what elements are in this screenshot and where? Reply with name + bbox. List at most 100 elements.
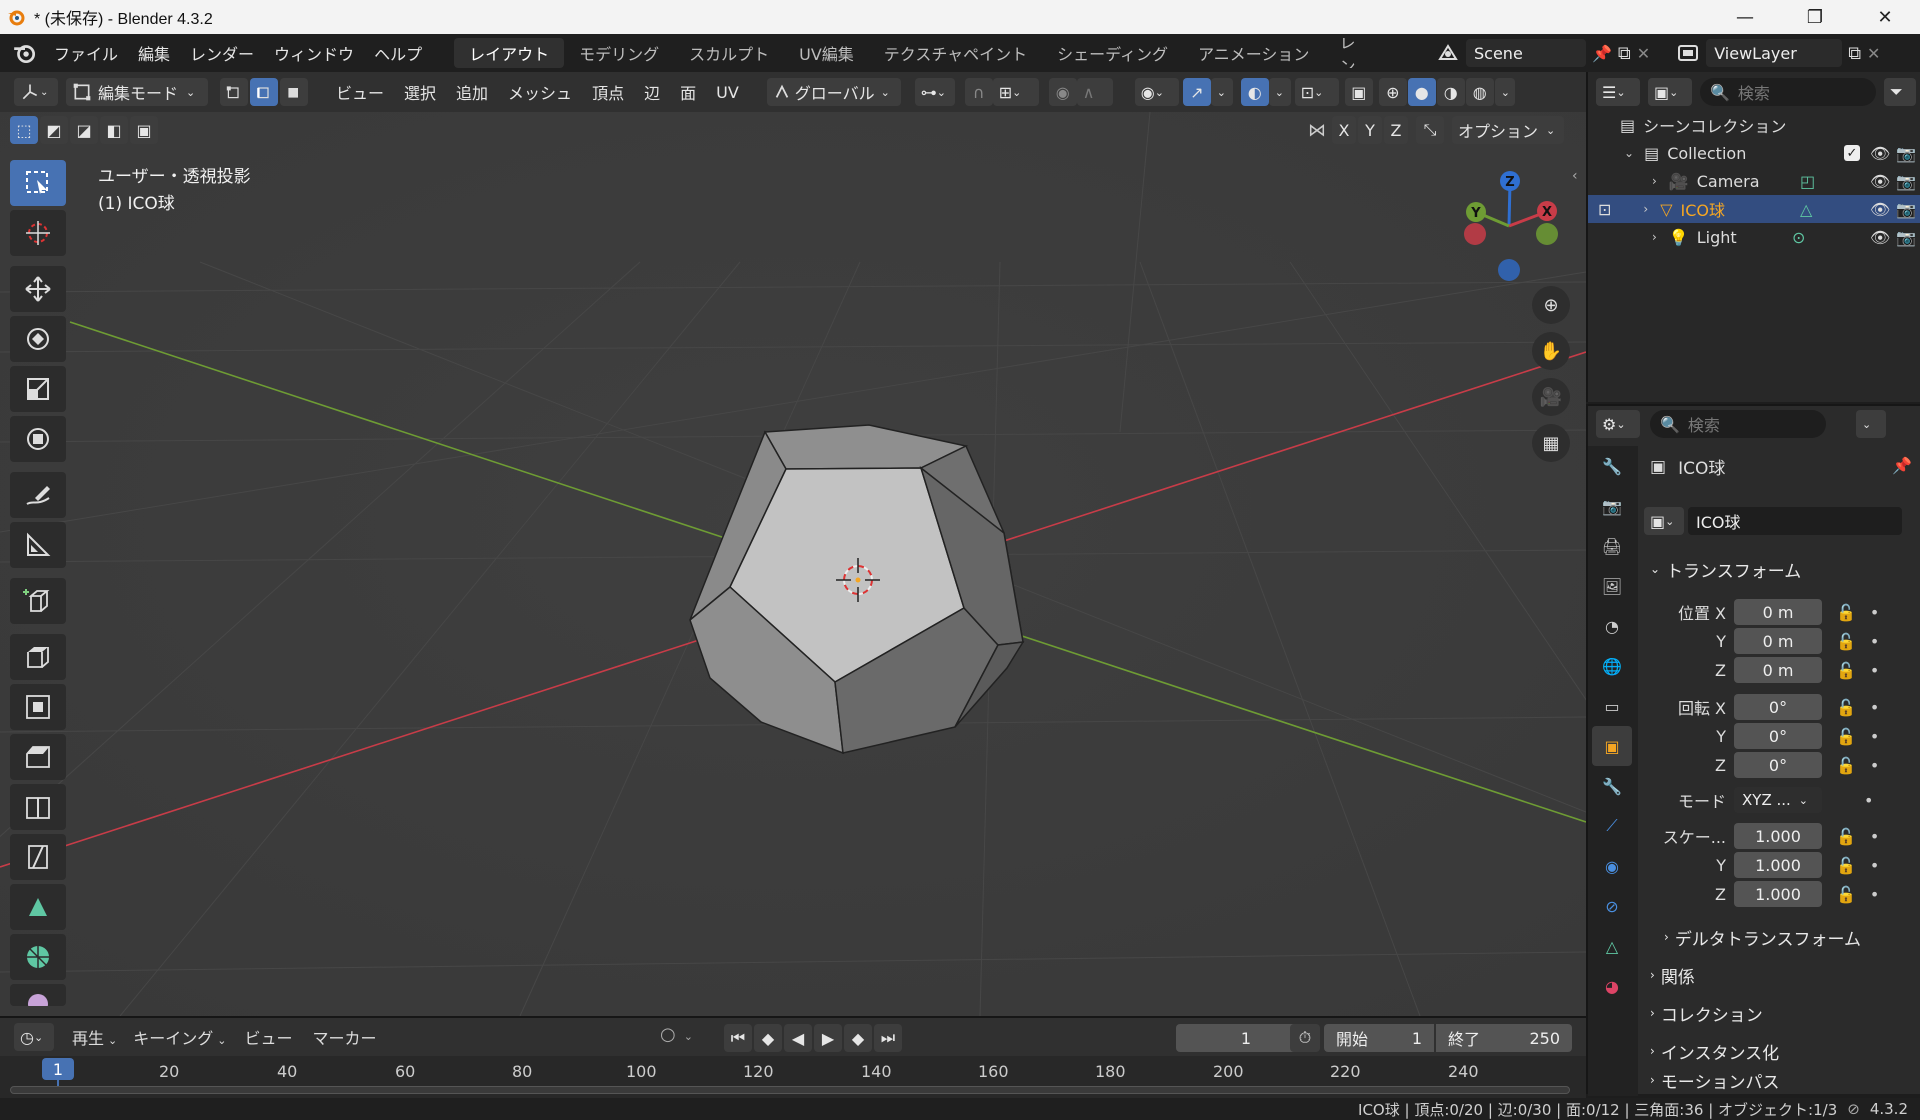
mirror-y-button[interactable]: Y (1358, 116, 1382, 144)
timeline-scrollbar[interactable] (10, 1086, 1570, 1094)
camera-view-button[interactable]: 🎥 (1532, 378, 1570, 416)
menu-edge[interactable]: 辺 (634, 80, 670, 104)
lock-scale-z-icon[interactable]: 🔓 (1836, 885, 1856, 904)
lock-rotation-x-icon[interactable]: 🔓 (1836, 698, 1856, 717)
rotation-mode-select[interactable]: XYZ ... ⌄ (1734, 787, 1822, 813)
ico-sphere-visibility-icon[interactable]: 👁 (1870, 200, 1890, 219)
overlay-select[interactable]: ⌄ (1268, 78, 1291, 106)
outliner-editor-type[interactable]: ☰ ⌄ (1596, 78, 1640, 106)
select-intersect-button[interactable]: ▣ (130, 116, 158, 144)
visibility-select[interactable]: ◉ ⌄ (1134, 78, 1179, 106)
lock-location-x-icon[interactable]: 🔓 (1836, 603, 1856, 622)
outliner-row-camera[interactable]: › 🎥 Camera ◰ 👁 📷 (1588, 167, 1920, 195)
proportional-edit-toggle[interactable]: ◉ (1048, 78, 1077, 106)
rotation-y-field[interactable]: 0° (1734, 723, 1822, 749)
lock-rotation-y-icon[interactable]: 🔓 (1836, 727, 1856, 746)
tool-move[interactable] (10, 266, 66, 312)
view-layer-field[interactable]: ViewLayer (1706, 39, 1843, 67)
lock-rotation-z-icon[interactable]: 🔓 (1836, 756, 1856, 775)
tab-shading[interactable]: シェーディング (1042, 38, 1183, 68)
menu-window[interactable]: ウィンドウ (264, 34, 364, 72)
vertex-select-button[interactable] (220, 78, 248, 106)
frame-start-field[interactable]: 開始 1 (1324, 1024, 1434, 1052)
auto-merge-button[interactable]: ⤡ (1416, 116, 1444, 144)
keyframe-scale-y-icon[interactable]: • (1870, 856, 1879, 875)
select-subtract-button[interactable]: ◪ (70, 116, 98, 144)
scale-y-field[interactable]: 1.000 (1734, 852, 1822, 878)
outliner-display-mode[interactable]: ▣ ⌄ (1648, 78, 1692, 106)
menu-view[interactable]: ビュー (326, 80, 394, 104)
new-view-layer-icon[interactable]: ⧉ (1848, 43, 1861, 64)
tab-scene[interactable]: ◔ (1592, 606, 1632, 646)
light-visibility-icon[interactable]: 👁 (1870, 228, 1890, 247)
keying-menu[interactable]: キーイング ⌄ (125, 1025, 234, 1049)
menu-vertex[interactable]: 頂点 (582, 80, 634, 104)
tool-loop-cut[interactable] (10, 784, 66, 830)
tool-cursor[interactable] (10, 210, 66, 256)
tab-modifiers[interactable]: 🔧 (1592, 766, 1632, 806)
tool-add-cube[interactable] (10, 578, 66, 624)
tool-select-box[interactable] (10, 160, 66, 206)
xray-toggle[interactable]: ▣ (1344, 78, 1373, 106)
menu-mesh[interactable]: メッシュ (498, 80, 582, 104)
tab-view-layer[interactable]: 🖼 (1592, 566, 1632, 606)
tab-uv-editing[interactable]: UV編集 (784, 38, 869, 68)
expand-light-icon[interactable]: › (1652, 230, 1657, 244)
rotation-z-field[interactable]: 0° (1734, 752, 1822, 778)
tool-inset[interactable] (10, 684, 66, 730)
outliner-row-ico-sphere[interactable]: ⊡ › ▽ ICO球 △ 👁 📷 (1588, 195, 1920, 223)
tab-tool[interactable]: 🔧 (1592, 446, 1632, 486)
tool-spin[interactable] (10, 934, 66, 980)
auto-keying-toggle[interactable]: ○ ⌄ (660, 1024, 693, 1045)
face-select-button[interactable] (280, 78, 308, 106)
expand-collection-icon[interactable]: ⌄ (1624, 146, 1634, 160)
material-shading-button[interactable]: ◑ (1436, 78, 1465, 106)
outliner-row-scene-collection[interactable]: ▤ シーンコレクション (1588, 111, 1920, 139)
current-frame-indicator[interactable]: 1 (42, 1058, 74, 1080)
menu-add[interactable]: 追加 (446, 80, 498, 104)
edit-mode-toggle-icon[interactable]: ⊡ (1598, 200, 1611, 219)
collection-exclude-checkbox[interactable]: ✓ (1844, 145, 1860, 161)
edge-select-button[interactable] (250, 78, 278, 106)
tab-sculpting[interactable]: スカルプト (674, 38, 784, 68)
location-x-field[interactable]: 0 m (1734, 599, 1822, 625)
tool-bevel[interactable] (10, 734, 66, 780)
transform-panel-header[interactable]: ⌄ トランスフォーム (1644, 552, 1914, 586)
menu-help[interactable]: ヘルプ (364, 34, 432, 72)
pan-button[interactable]: ✋ (1532, 332, 1570, 370)
object-name-field[interactable]: ICO球 (1688, 507, 1902, 535)
frame-end-field[interactable]: 終了 250 (1436, 1024, 1572, 1052)
mirror-z-button[interactable]: Z (1384, 116, 1408, 144)
relations-panel-header[interactable]: › 関係 (1644, 958, 1914, 992)
new-scene-icon[interactable]: ⧉ (1618, 43, 1631, 64)
tab-rendering[interactable]: レン (1324, 38, 1368, 68)
scale-x-field[interactable]: 1.000 (1734, 823, 1822, 849)
marker-menu[interactable]: マーカー (302, 1025, 386, 1049)
pivot-point-select[interactable]: ⊶ ⌄ (914, 78, 955, 106)
play-button[interactable]: ▶ (814, 1024, 842, 1052)
menu-file[interactable]: ファイル (44, 34, 128, 72)
gizmo-select[interactable]: ⌄ (1210, 78, 1233, 106)
collection-render-icon[interactable]: 📷 (1896, 144, 1916, 163)
object-datablock-select[interactable]: ▣ ⌄ (1644, 507, 1684, 535)
pin-icon[interactable]: 📌 (1592, 44, 1612, 63)
remove-scene-icon[interactable]: ✕ (1637, 44, 1650, 63)
scene-icon[interactable] (1436, 41, 1460, 65)
tab-output[interactable]: 🖨 (1592, 526, 1632, 566)
tool-measure[interactable] (10, 522, 66, 568)
tab-object[interactable]: ▣ (1592, 726, 1632, 766)
rendered-shading-button[interactable]: ◍ (1465, 78, 1494, 106)
jump-start-button[interactable]: ⏮ (724, 1024, 752, 1052)
proportional-falloff-select[interactable]: ∧ (1076, 78, 1113, 106)
tool-knife[interactable] (10, 834, 66, 880)
keyframe-location-z-icon[interactable]: • (1870, 661, 1879, 680)
keyframe-rotation-mode-icon[interactable]: • (1864, 791, 1873, 810)
tool-poly-build[interactable] (10, 884, 66, 930)
timeline-view-menu[interactable]: ビュー (234, 1025, 302, 1049)
tab-physics[interactable]: ◉ (1592, 846, 1632, 886)
instancing-panel-header[interactable]: › インスタンス化 (1644, 1034, 1914, 1068)
camera-render-icon[interactable]: 📷 (1896, 172, 1916, 191)
timeline-area[interactable]: 1 20 40 60 80 100 120 140 160 180 200 22… (0, 1056, 1586, 1098)
navigation-gizmo[interactable]: Z X Y (1455, 162, 1565, 292)
delta-transform-header[interactable]: › デルタトランスフォーム (1658, 920, 1908, 954)
